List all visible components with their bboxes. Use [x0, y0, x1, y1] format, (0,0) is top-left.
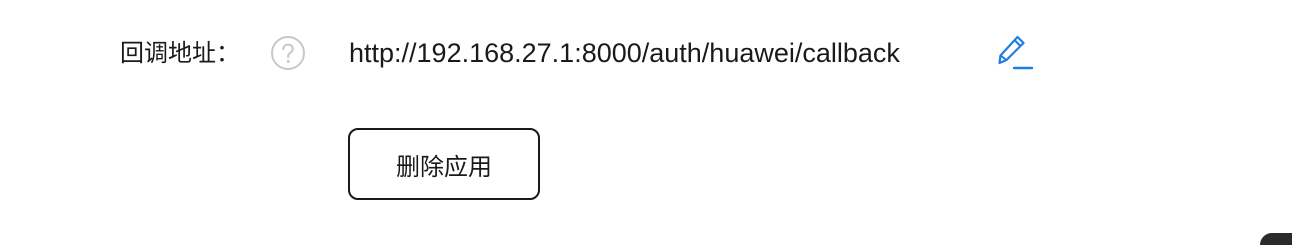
pencil-edit-icon[interactable]	[994, 33, 1034, 73]
callback-url-value: http://192.168.27.1:8000/auth/huawei/cal…	[349, 38, 900, 68]
corner-scroll-handle	[1260, 233, 1292, 245]
callback-address-label: 回调地址：	[120, 39, 240, 67]
question-circle-icon[interactable]	[270, 35, 306, 71]
callback-address-row: 回调地址： http://192.168.27.1:8000/auth/huaw…	[0, 30, 1100, 76]
delete-app-button[interactable]: 删除应用	[348, 128, 540, 200]
